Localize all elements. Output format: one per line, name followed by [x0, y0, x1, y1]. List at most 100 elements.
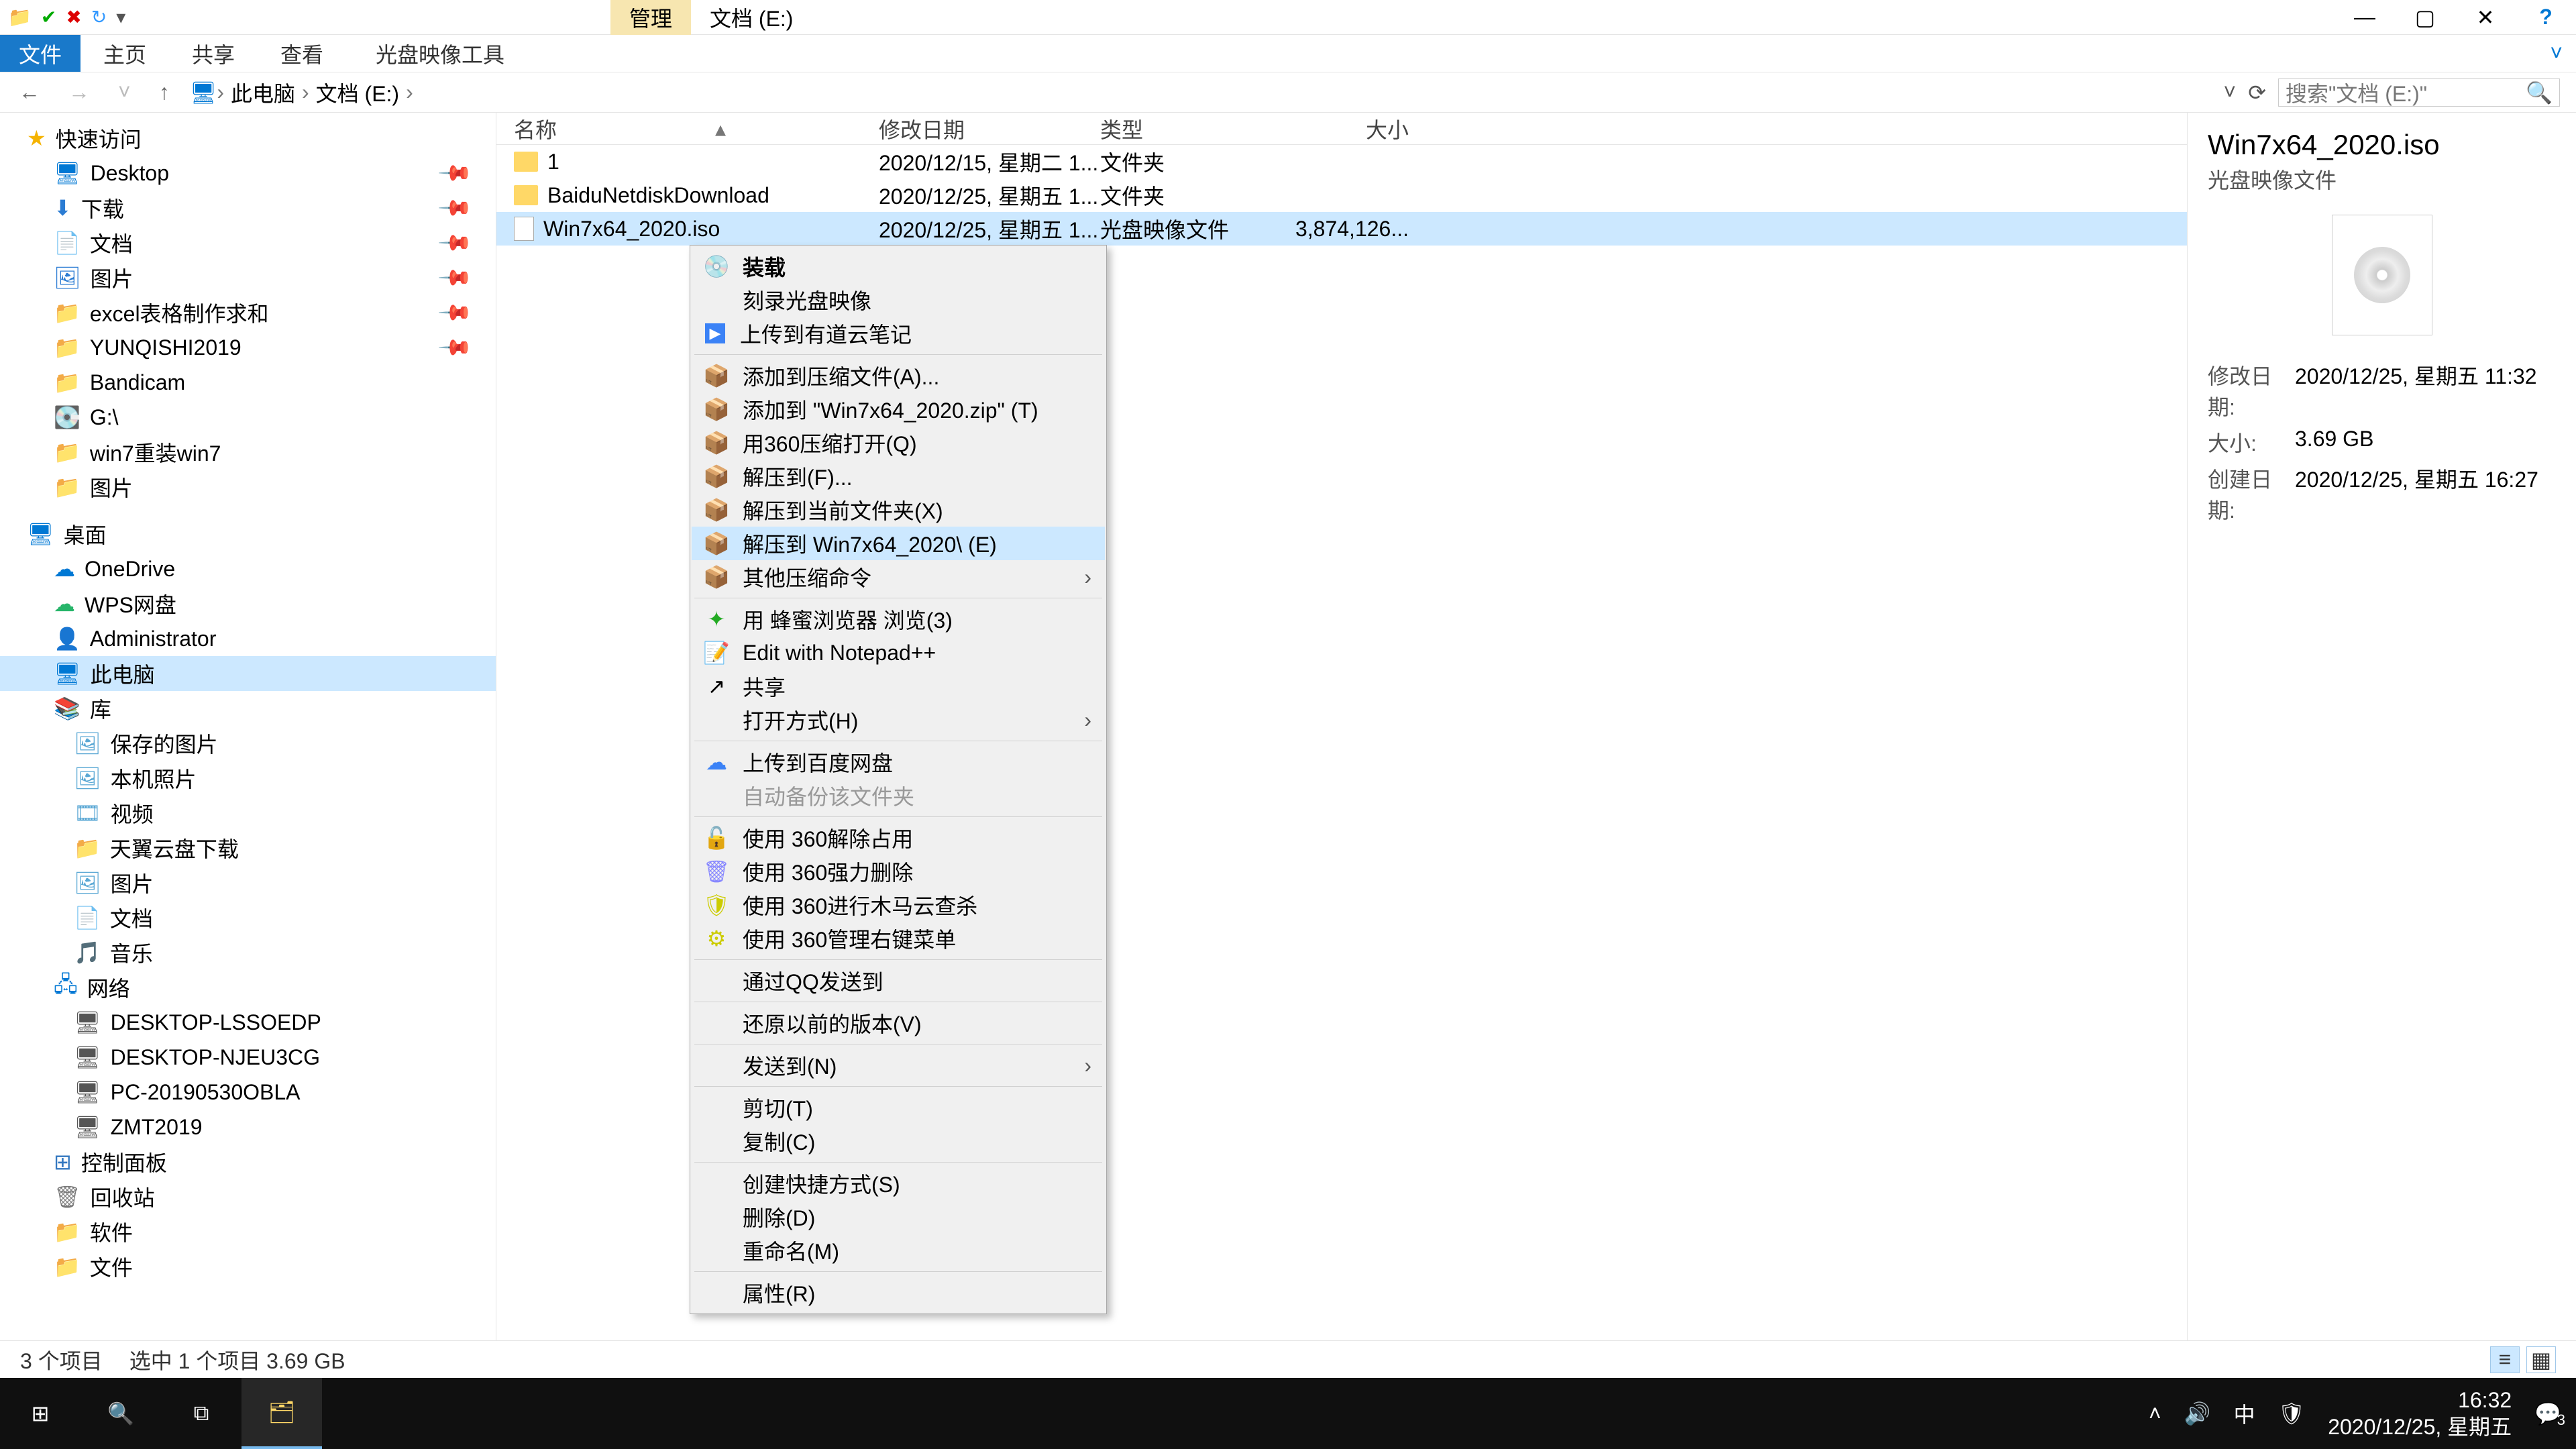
nav-control-panel[interactable]: ⊞控制面板	[0, 1144, 496, 1179]
nav-recent-dropdown[interactable]: ˅	[110, 80, 139, 105]
col-date[interactable]: 修改日期	[879, 113, 1100, 144]
nav-recycle-bin[interactable]: 🗑回收站	[0, 1179, 496, 1214]
close-red-icon[interactable]: ✖	[66, 6, 81, 28]
nav-saved-pictures[interactable]: 🖼保存的图片	[0, 726, 496, 761]
file-row[interactable]: 1 2020/12/15, 星期二 1... 文件夹	[496, 145, 2187, 178]
maximize-button[interactable]: ▢	[2395, 0, 2455, 35]
help-button[interactable]: ?	[2516, 0, 2576, 35]
col-type[interactable]: 类型	[1100, 113, 1288, 144]
cm-rename[interactable]: 重命名(M)	[692, 1234, 1105, 1267]
nav-software[interactable]: 📁软件	[0, 1214, 496, 1249]
nav-desktop[interactable]: 🖥Desktop📌	[0, 156, 496, 191]
crumb-drive[interactable]: 文档 (E:)	[309, 77, 406, 108]
nav-pictures3[interactable]: 🖼图片	[0, 865, 496, 900]
cm-share[interactable]: ↗共享	[692, 669, 1105, 703]
nav-pc1[interactable]: 🖥DESKTOP-LSSOEDP	[0, 1005, 496, 1040]
cm-open-360zip[interactable]: 📦用360压缩打开(Q)	[692, 426, 1105, 460]
nav-pc3[interactable]: 🖥PC-20190530OBLA	[0, 1075, 496, 1110]
tab-home[interactable]: 主页	[80, 35, 169, 72]
tab-share[interactable]: 共享	[169, 35, 258, 72]
path-dropdown-icon[interactable]: ˅	[2224, 80, 2237, 105]
nav-network[interactable]: 🖧网络	[0, 970, 496, 1005]
close-button[interactable]: ✕	[2455, 0, 2516, 35]
cm-send-to[interactable]: 发送到(N)›	[692, 1049, 1105, 1082]
action-center-icon[interactable]: 💬3	[2534, 1401, 2561, 1426]
search-input[interactable]: 搜索"文档 (E:)" 🔍	[2278, 78, 2560, 107]
cm-extract-here[interactable]: 📦解压到当前文件夹(X)	[692, 493, 1105, 527]
cm-360-unlock[interactable]: 🔓使用 360解除占用	[692, 821, 1105, 855]
crumb-thispc[interactable]: 此电脑	[224, 77, 302, 108]
ime-icon[interactable]: 中	[2234, 1398, 2255, 1429]
nav-documents2[interactable]: 📄文档	[0, 900, 496, 935]
nav-yunqishi[interactable]: 📁YUNQISHI2019📌	[0, 330, 496, 365]
cm-create-shortcut[interactable]: 创建快捷方式(S)	[692, 1167, 1105, 1200]
nav-videos[interactable]: 🎞视频	[0, 796, 496, 830]
cm-youdao[interactable]: ▶上传到有道云笔记	[692, 317, 1105, 350]
cm-burn[interactable]: 刻录光盘映像	[692, 283, 1105, 317]
cm-360-manage-menu[interactable]: ⚙使用 360管理右键菜单	[692, 922, 1105, 955]
cm-baidu-upload[interactable]: ☁上传到百度网盘	[692, 745, 1105, 779]
check-icon[interactable]: ✔	[41, 6, 56, 28]
nav-onedrive[interactable]: ☁OneDrive	[0, 551, 496, 586]
cm-extract-named[interactable]: 📦解压到 Win7x64_2020\ (E)	[692, 527, 1105, 560]
chevron-right-icon[interactable]: ›	[302, 80, 309, 105]
nav-files[interactable]: 📁文件	[0, 1249, 496, 1284]
col-size[interactable]: 大小	[1288, 113, 1409, 144]
tab-file[interactable]: 文件	[0, 35, 80, 72]
breadcrumb[interactable]: 🖥 › 此电脑 › 文档 (E:) ›	[190, 77, 2212, 108]
nav-excel-folder[interactable]: 📁excel表格制作求和📌	[0, 295, 496, 330]
nav-tianyi[interactable]: 📁天翼云盘下载	[0, 830, 496, 865]
cm-360-force-delete[interactable]: 🗑使用 360强力删除	[692, 855, 1105, 888]
cm-qq-send[interactable]: 通过QQ发送到	[692, 964, 1105, 998]
nav-this-pc[interactable]: 🖥此电脑	[0, 656, 496, 691]
tray-chevron-icon[interactable]: ˄	[2149, 1401, 2161, 1426]
nav-back-button[interactable]: ←	[11, 80, 48, 105]
chevron-right-icon[interactable]: ›	[406, 80, 413, 105]
cm-delete[interactable]: 删除(D)	[692, 1200, 1105, 1234]
nav-pictures2[interactable]: 📁图片	[0, 470, 496, 504]
cm-bee-browser[interactable]: ✦用 蜂蜜浏览器 浏览(3)	[692, 602, 1105, 636]
nav-documents[interactable]: 📄文档📌	[0, 225, 496, 260]
nav-win7reinstall[interactable]: 📁win7重装win7	[0, 435, 496, 470]
search-taskbar-icon[interactable]: 🔍	[80, 1378, 161, 1449]
clock[interactable]: 16:32 2020/12/25, 星期五	[2328, 1387, 2512, 1440]
view-icons-button[interactable]: ▦	[2526, 1346, 2556, 1373]
file-row-selected[interactable]: Win7x64_2020.iso 2020/12/25, 星期五 1... 光盘…	[496, 212, 2187, 246]
cm-copy[interactable]: 复制(C)	[692, 1124, 1105, 1158]
ribbon-expand-icon[interactable]: ˅	[2550, 35, 2576, 72]
nav-bandicam[interactable]: 📁Bandicam	[0, 365, 496, 400]
cm-properties[interactable]: 属性(R)	[692, 1276, 1105, 1309]
nav-up-button[interactable]: ↑	[151, 80, 178, 105]
nav-g-drive[interactable]: 💽G:\	[0, 400, 496, 435]
nav-pc2[interactable]: 🖥DESKTOP-NJEU3CG	[0, 1040, 496, 1075]
nav-libraries[interactable]: 📚库	[0, 691, 496, 726]
nav-desktop-section[interactable]: 🖥桌面	[0, 517, 496, 551]
tab-view[interactable]: 查看	[258, 35, 346, 72]
nav-wps-cloud[interactable]: ☁WPS网盘	[0, 586, 496, 621]
volume-icon[interactable]: 🔊	[2184, 1401, 2211, 1426]
nav-forward-button[interactable]: →	[60, 80, 98, 105]
nav-quick-access[interactable]: ★快速访问	[0, 121, 496, 156]
nav-downloads[interactable]: ⬇下载📌	[0, 191, 496, 225]
start-button[interactable]: ⊞	[0, 1378, 80, 1449]
cm-mount[interactable]: 💿装载	[692, 250, 1105, 283]
cm-open-with[interactable]: 打开方式(H)›	[692, 703, 1105, 737]
minimize-button[interactable]: —	[2334, 0, 2395, 35]
security-icon[interactable]: 🛡	[2278, 1401, 2306, 1426]
nav-pictures[interactable]: 🖼图片📌	[0, 260, 496, 295]
cm-notepadpp[interactable]: 📝Edit with Notepad++	[692, 636, 1105, 669]
view-details-button[interactable]: ≡	[2490, 1346, 2520, 1373]
chevron-right-icon[interactable]: ›	[217, 80, 224, 105]
nav-music[interactable]: 🎵音乐	[0, 935, 496, 970]
refresh-icon[interactable]: ⟳	[2248, 80, 2266, 105]
contextual-tab-manage[interactable]: 管理	[610, 0, 691, 35]
folder-icon[interactable]: 📁	[8, 6, 32, 28]
cm-add-archive[interactable]: 📦添加到压缩文件(A)...	[692, 359, 1105, 392]
cm-add-zip[interactable]: 📦添加到 "Win7x64_2020.zip" (T)	[692, 392, 1105, 426]
col-name[interactable]: 名称▴	[496, 113, 879, 144]
qat-dropdown-icon[interactable]: ▾	[116, 6, 125, 28]
file-explorer-taskbar-icon[interactable]: 🗂	[241, 1378, 322, 1449]
cm-cut[interactable]: 剪切(T)	[692, 1091, 1105, 1124]
tab-iso-tools[interactable]: 光盘映像工具	[353, 35, 527, 72]
nav-administrator[interactable]: 👤Administrator	[0, 621, 496, 656]
